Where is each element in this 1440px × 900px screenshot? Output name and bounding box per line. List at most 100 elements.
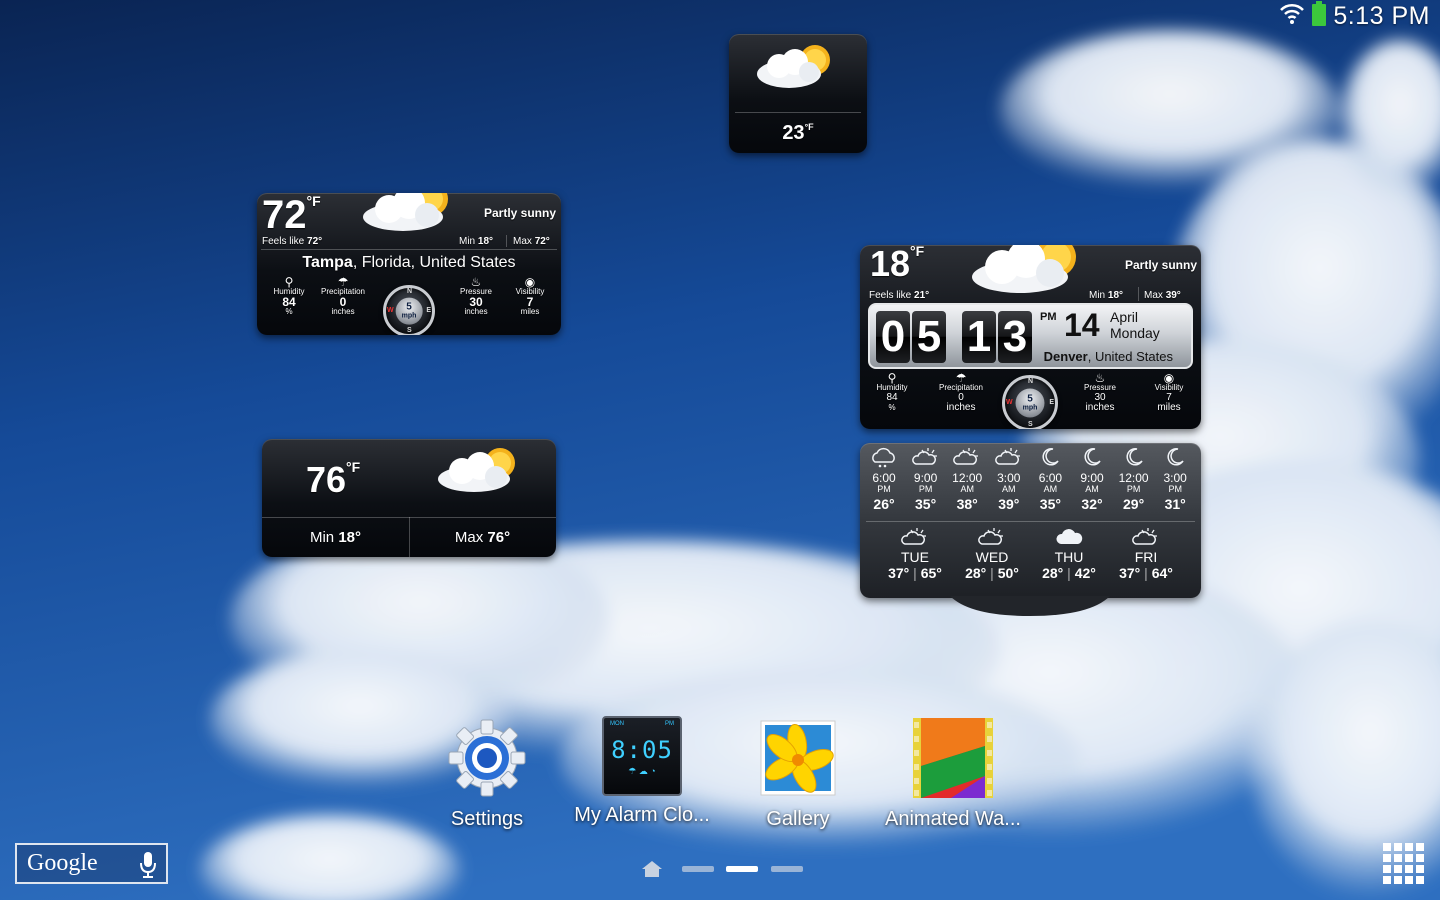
partly-sunny-icon [438, 448, 515, 492]
weather-widget-mini[interactable]: 23°F [729, 34, 867, 153]
tampa-precipitation: ☂ Precipitation 0 inches [315, 276, 371, 317]
app-my-alarm-clock[interactable]: MON PM 8:05 ☂ ☁ ◔ My Alarm Clo... [562, 716, 722, 827]
hourly-ampm: PM [918, 484, 933, 494]
daily-temps: 37° | 64° [1107, 565, 1185, 581]
tampa-feels-like: Feels like 72° [262, 236, 323, 247]
daily-forecast-item: THU 28° | 42° [1030, 527, 1108, 581]
partly-cloudy-night-icon [863, 447, 905, 469]
hourly-time: 9:00 [1080, 471, 1104, 485]
hourly-ampm: AM [1043, 484, 1058, 494]
hourly-temp: 35° [915, 496, 937, 512]
hourly-time: 12:00 [1118, 471, 1149, 485]
page-indicator-3[interactable] [771, 866, 803, 872]
hourly-forecast-item: 6:00 AM 35° [1029, 447, 1071, 512]
daily-low: 37° [888, 565, 910, 581]
daily-high: 64° [1151, 565, 1173, 581]
daily-high: 50° [997, 565, 1019, 581]
partly-sunny-icon [876, 527, 954, 549]
alarm-clock-app-icon: MON PM 8:05 ☂ ☁ ◔ [602, 716, 682, 796]
weather-widget-tampa[interactable]: 72°F Partly sunny Feels like 72° Min 18°… [257, 193, 561, 335]
status-clock: 5:13 PM [1333, 1, 1430, 30]
humidity-icon: ⚲ [887, 371, 897, 385]
tampa-pressure: ♨ Pressure 30 inches [453, 276, 499, 317]
tampa-humidity: ⚲ Humidity 84 % [267, 276, 311, 317]
hourly-time: 12:00 [952, 471, 983, 485]
daily-forecast-item: WED 28° | 50° [953, 527, 1031, 581]
hourly-forecast-item: 9:00 PM 35° [905, 447, 947, 512]
hourly-ampm: PM [1126, 484, 1141, 494]
forecast-panel[interactable]: 6:00 PM 26° 9:00 PM 35° 12:00 AM 38° 3:00 AM 39° 6:0… [860, 443, 1201, 598]
tampa-min: Min 18° [459, 236, 494, 247]
hourly-ampm: PM [877, 484, 891, 494]
settings-gear-icon [445, 716, 529, 800]
tampa-max: Max 72° [513, 236, 550, 247]
partly-sunny-icon [905, 447, 947, 469]
daily-high: 42° [1074, 565, 1096, 581]
home-icon[interactable] [642, 861, 662, 882]
partly-sunny-icon [1107, 527, 1185, 549]
thermometer-icon: ♨ [1094, 371, 1106, 385]
hourly-temp: 32° [1081, 496, 1103, 512]
hourly-ampm: AM [1002, 484, 1016, 494]
google-label: Google [27, 850, 98, 876]
google-search-bar[interactable]: Google [15, 843, 168, 884]
daily-day: WED [975, 549, 1009, 565]
hourly-forecast-item: 9:00 AM 32° [1071, 447, 1113, 512]
hourly-forecast-item: 3:00 PM 31° [1154, 447, 1196, 512]
weather-widget-minmax[interactable]: 76°F Min 18° Max 76° [262, 439, 556, 557]
microphone-icon[interactable] [140, 851, 156, 884]
daily-temps: 37° | 65° [876, 565, 954, 581]
denver-visibility: ◉ Visibility 7 miles [1146, 371, 1192, 413]
daily-day: TUE [901, 549, 929, 565]
flip-clock[interactable]: 0 5 1 3 PM 14 April Monday Denver, Unite… [868, 303, 1193, 369]
denver-feels-like: Feels like 21° [869, 290, 930, 301]
partly-sunny-icon [363, 193, 448, 231]
battery-icon [1311, 0, 1327, 32]
hourly-temp: 29° [1123, 496, 1145, 512]
partly-sunny-icon [757, 45, 830, 88]
app-drawer-grid-icon[interactable] [1382, 842, 1426, 891]
hourly-temp: 38° [956, 496, 978, 512]
hourly-forecast-item: 12:00 AM 38° [946, 447, 988, 512]
clock-minute-ones: 3 [998, 311, 1032, 363]
denver-max: Max 39° [1144, 290, 1181, 301]
clock-ampm: PM [1040, 311, 1057, 323]
page-indicator-1[interactable] [682, 866, 714, 872]
eye-icon: ◉ [524, 275, 536, 289]
app-label: My Alarm Clo... [574, 804, 710, 826]
status-bar: 5:13 PM [1279, 0, 1440, 32]
daily-low: 28° [965, 565, 987, 581]
wind-compass: N S E W 5 mph [1002, 375, 1058, 429]
tampa-condition: Partly sunny [483, 206, 556, 220]
wind-compass: N S E W 5 mph [383, 285, 435, 335]
minmax-max: Max 76° [454, 529, 511, 546]
app-animated-wallpaper[interactable]: Animated Wa... [873, 716, 1033, 831]
minmax-min: Min 18° [309, 529, 362, 546]
gallery-flower-icon [756, 716, 840, 800]
daily-temps: 28° | 42° [1030, 565, 1108, 581]
clock-day: 14 [1064, 307, 1100, 343]
moon-icon [1029, 447, 1071, 469]
eye-icon: ◉ [1163, 371, 1175, 385]
weather-widget-denver[interactable]: 18°F Partly sunny Feels like 21° Min 18°… [860, 245, 1201, 429]
clock-hour-tens: 0 [876, 311, 910, 363]
hourly-ampm: AM [960, 484, 974, 494]
clock-minute-tens: 1 [962, 311, 996, 363]
umbrella-icon: ☂ [955, 371, 967, 385]
clock-hour-ones: 5 [912, 311, 946, 363]
partly-sunny-icon [953, 527, 1031, 549]
denver-humidity: ⚲ Humidity 84 % [870, 371, 914, 413]
daily-high: 65° [920, 565, 942, 581]
clock-weekday: Monday [1110, 325, 1160, 341]
app-gallery[interactable]: Gallery [718, 716, 878, 831]
hourly-time: 6:00 [872, 471, 896, 485]
app-settings[interactable]: Settings [407, 716, 567, 831]
moon-icon [1071, 447, 1113, 469]
hourly-temp: 31° [1164, 496, 1186, 512]
denver-temperature: 18°F [870, 245, 925, 284]
page-indicator-2-current[interactable] [726, 866, 758, 872]
denver-pressure: ♨ Pressure 30 inches [1076, 371, 1124, 413]
hourly-temp: 39° [998, 496, 1020, 512]
hourly-forecast-item: 6:00 PM 26° [863, 447, 905, 512]
hourly-time: 6:00 [1038, 471, 1063, 485]
